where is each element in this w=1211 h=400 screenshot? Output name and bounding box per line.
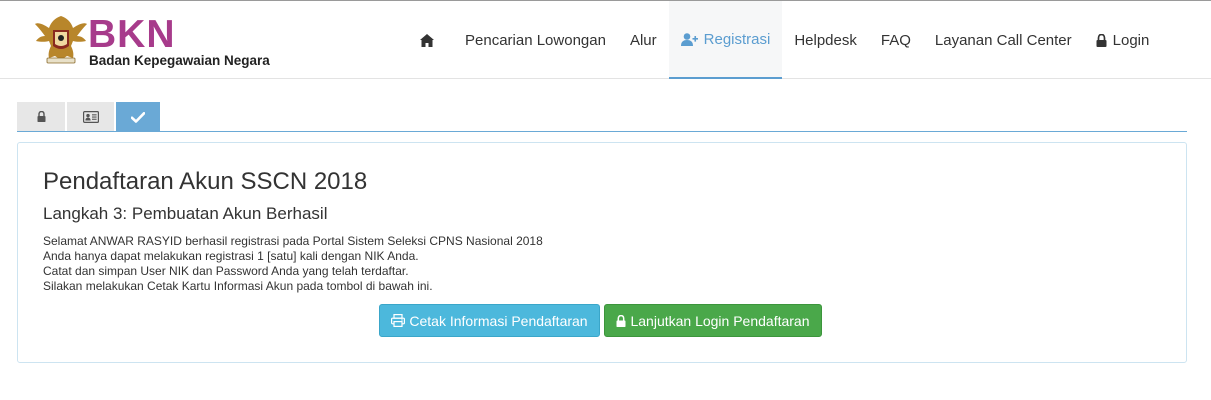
nav-label: Pencarian Lowongan [465,31,606,49]
continue-login-button[interactable]: Lanjutkan Login Pendaftaran [604,304,822,337]
step-tab-account[interactable] [17,102,65,131]
user-plus-icon [680,32,698,46]
check-icon [131,111,145,123]
print-registration-button[interactable]: Cetak Informasi Pendaftaran [379,304,600,337]
print-icon [391,314,406,327]
info-line: Anda hanya dapat melakukan registrasi 1 … [43,249,419,263]
step-tab-complete[interactable] [116,102,160,132]
nav-label: Helpdesk [794,31,857,49]
nav-home[interactable] [407,1,453,79]
nav-layanan-call-center[interactable]: Layanan Call Center [923,1,1084,79]
nav-login[interactable]: Login [1084,1,1162,79]
nav-label: Login [1112,31,1150,49]
step-tab-identity[interactable] [67,102,114,131]
nav-faq[interactable]: FAQ [869,1,923,79]
garuda-emblem-icon [35,16,87,64]
step-tabs [17,102,1187,132]
navbar: BKN Badan Kepegawaian Negara Pencarian L… [0,1,1211,79]
brand-logo[interactable]: BKN Badan Kepegawaian Negara [33,10,293,70]
nav-label: Registrasi [703,30,771,48]
nav-pencarian-lowongan[interactable]: Pencarian Lowongan [453,1,618,79]
nav-registrasi[interactable]: Registrasi [668,1,783,79]
id-card-icon [82,110,99,123]
registration-success-panel: Pendaftaran Akun SSCN 2018 Langkah 3: Pe… [17,142,1187,363]
nav-alur[interactable]: Alur [618,1,669,79]
page-title: Pendaftaran Akun SSCN 2018 [43,168,368,195]
nav-label: Alur [629,31,657,49]
lock-icon [1096,33,1107,47]
main-nav: Pencarian Lowongan Alur Registrasi Helpd… [407,1,1161,79]
step-subtitle: Langkah 3: Pembuatan Akun Berhasil [43,204,328,223]
info-line: Silakan melakukan Cetak Kartu Informasi … [43,279,433,293]
lock-icon [37,111,45,122]
nav-label: Layanan Call Center [934,31,1072,49]
info-text: Selamat ANWAR RASYID berhasil registrasi… [43,234,543,294]
nav-helpdesk[interactable]: Helpdesk [782,1,869,79]
info-line: Selamat ANWAR RASYID berhasil registrasi… [43,234,543,248]
button-label: Cetak Informasi Pendaftaran [409,312,588,329]
button-label: Lanjutkan Login Pendaftaran [630,312,810,329]
home-icon [420,33,434,47]
lock-icon [616,314,626,327]
nav-label: FAQ [880,31,911,49]
info-line: Catat dan simpan User NIK dan Password A… [43,264,409,278]
logo-subtitle: Badan Kepegawaian Negara [89,53,270,68]
logo-text: BKN [88,13,176,56]
